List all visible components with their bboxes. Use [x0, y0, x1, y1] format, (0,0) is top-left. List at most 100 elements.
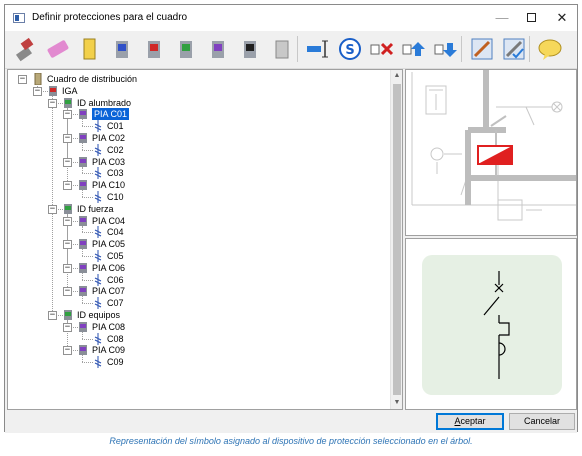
tree-expander-icon[interactable]: −	[63, 157, 72, 167]
symbol-s-icon[interactable]: S	[337, 36, 363, 62]
tree-expander-icon[interactable]: −	[63, 181, 72, 191]
edit-check-icon[interactable]	[501, 36, 527, 62]
scroll-up-arrow-icon[interactable]: ▲	[391, 70, 402, 82]
schematic-diagram	[411, 70, 576, 221]
tree-expander-icon[interactable]: −	[63, 240, 72, 250]
tree-node-label[interactable]: PIA C07	[92, 286, 125, 296]
tree-node-label[interactable]: ID equipos	[77, 310, 120, 320]
tree-node-label[interactable]: Cuadro de distribución	[47, 74, 137, 84]
eraser-brush-icon[interactable]	[13, 36, 39, 62]
tree-node-label[interactable]: IGA	[62, 86, 78, 96]
toolbar-separator	[461, 36, 462, 62]
circuit-icon	[92, 120, 104, 133]
dialog-window: Definir protecciones para el cuadro — ✕ …	[4, 4, 578, 433]
tree-node-label[interactable]: C06	[107, 275, 124, 285]
tree-expander-icon[interactable]: −	[63, 216, 72, 226]
tree-node-label[interactable]: PIA C10	[92, 180, 125, 190]
maximize-icon	[526, 13, 536, 22]
breaker-purple-icon	[77, 321, 89, 333]
breaker-purple-icon	[77, 285, 89, 297]
symbol-preview	[405, 238, 577, 410]
scroll-down-arrow-icon[interactable]: ▼	[391, 397, 402, 409]
tree-expander-icon[interactable]: −	[48, 311, 57, 320]
tree-node-label[interactable]: PIA C03	[92, 157, 125, 167]
tree-node-label[interactable]: ID alumbrado	[77, 98, 131, 108]
circuit-icon	[92, 250, 104, 262]
eraser-icon[interactable]	[45, 36, 71, 62]
minimize-button[interactable]: —	[487, 9, 517, 27]
tree-node-label[interactable]: C09	[107, 357, 124, 367]
close-button[interactable]: ✕	[547, 9, 577, 27]
toolbar-separator	[297, 36, 298, 62]
comment-icon[interactable]	[537, 36, 563, 62]
scroll-thumb[interactable]	[393, 84, 401, 395]
tree-node-label[interactable]: C07	[107, 298, 124, 308]
accept-button[interactable]: Aceptar	[436, 413, 504, 430]
tree-expander-icon[interactable]: −	[63, 346, 72, 356]
breaker-symbol-card	[422, 255, 562, 395]
circuit-icon	[92, 297, 104, 310]
tree-node-label[interactable]: C10	[107, 192, 124, 202]
circuit-icon	[92, 356, 104, 369]
tree-node-label[interactable]: PIA C01	[92, 108, 130, 121]
tree-node[interactable]: C09	[8, 356, 388, 369]
tree-node-label[interactable]: C03	[107, 168, 124, 178]
edit-icon[interactable]	[469, 36, 495, 62]
maximize-button[interactable]	[516, 9, 546, 27]
tree-expander-icon[interactable]: −	[63, 110, 72, 120]
tree-node-label[interactable]: C02	[107, 145, 124, 155]
tree-node-label[interactable]: PIA C09	[92, 345, 125, 355]
cancel-button[interactable]: Cancelar	[509, 413, 575, 430]
figure-caption: Representación del símbolo asignado al d…	[109, 436, 473, 446]
tree-node-label[interactable]: C01	[107, 121, 124, 131]
tree-node-label[interactable]: C04	[107, 227, 124, 237]
tree-node-label[interactable]: PIA C05	[92, 239, 125, 249]
toolbar-separator	[529, 36, 530, 62]
accept-label: ceptar	[460, 416, 486, 426]
tree-node-label[interactable]: ID fuerza	[77, 204, 114, 214]
circuit-icon	[92, 226, 104, 239]
tree-node-label[interactable]: PIA C06	[92, 263, 125, 273]
tree-expander-icon[interactable]: −	[48, 98, 57, 108]
svg-text:S: S	[345, 43, 354, 58]
tree-node-label[interactable]: C05	[107, 251, 124, 261]
tree-node-label[interactable]: PIA C04	[92, 216, 125, 226]
breaker-purple-icon	[77, 108, 89, 120]
breaker-purple-icon	[77, 344, 89, 356]
breaker-red-icon[interactable]	[141, 36, 167, 62]
tree-expander-icon[interactable]: −	[63, 134, 72, 143]
breaker-red-icon	[47, 85, 59, 97]
tree-node-label[interactable]: PIA C02	[92, 133, 125, 143]
title-bar: Definir protecciones para el cuadro — ✕	[5, 5, 577, 31]
breaker-purple-icon	[77, 215, 89, 227]
move-down-icon[interactable]	[433, 36, 459, 62]
circuit-icon	[92, 191, 104, 203]
tree-expander-icon[interactable]: −	[18, 75, 27, 84]
tree-expander-icon[interactable]: −	[33, 86, 42, 96]
tree-node-label[interactable]: C08	[107, 334, 124, 344]
move-up-icon[interactable]	[401, 36, 427, 62]
toolbar: S	[5, 31, 577, 69]
breaker-green-icon[interactable]	[173, 36, 199, 62]
panel-icon	[32, 72, 44, 86]
tree-expander-icon[interactable]: −	[63, 322, 72, 332]
protection-tree[interactable]: ▲ ▼ − Cuadro de distribución − IGA − ID alumb…	[7, 69, 403, 410]
breaker-black-icon[interactable]	[237, 36, 263, 62]
schematic-preview	[405, 69, 577, 236]
circuit-icon	[92, 167, 104, 180]
tree-node-label[interactable]: PIA C08	[92, 322, 125, 332]
breaker-green-icon	[62, 309, 74, 321]
tree-expander-icon[interactable]: −	[63, 287, 72, 297]
tree-scrollbar[interactable]: ▲ ▼	[390, 70, 402, 409]
breaker-blue-icon[interactable]	[109, 36, 135, 62]
breaker-purple-icon	[77, 179, 89, 191]
tree-expander-icon[interactable]: −	[48, 204, 57, 214]
cabinet-yellow-icon[interactable]	[77, 36, 103, 62]
tree-expander-icon[interactable]: −	[63, 263, 72, 273]
breaker-grey-icon[interactable]	[269, 36, 295, 62]
breaker-purple-icon[interactable]	[205, 36, 231, 62]
breaker-purple-icon	[77, 238, 89, 250]
delete-icon[interactable]	[369, 36, 395, 62]
insert-line-icon[interactable]	[305, 36, 331, 62]
breaker-green-icon	[62, 97, 74, 109]
